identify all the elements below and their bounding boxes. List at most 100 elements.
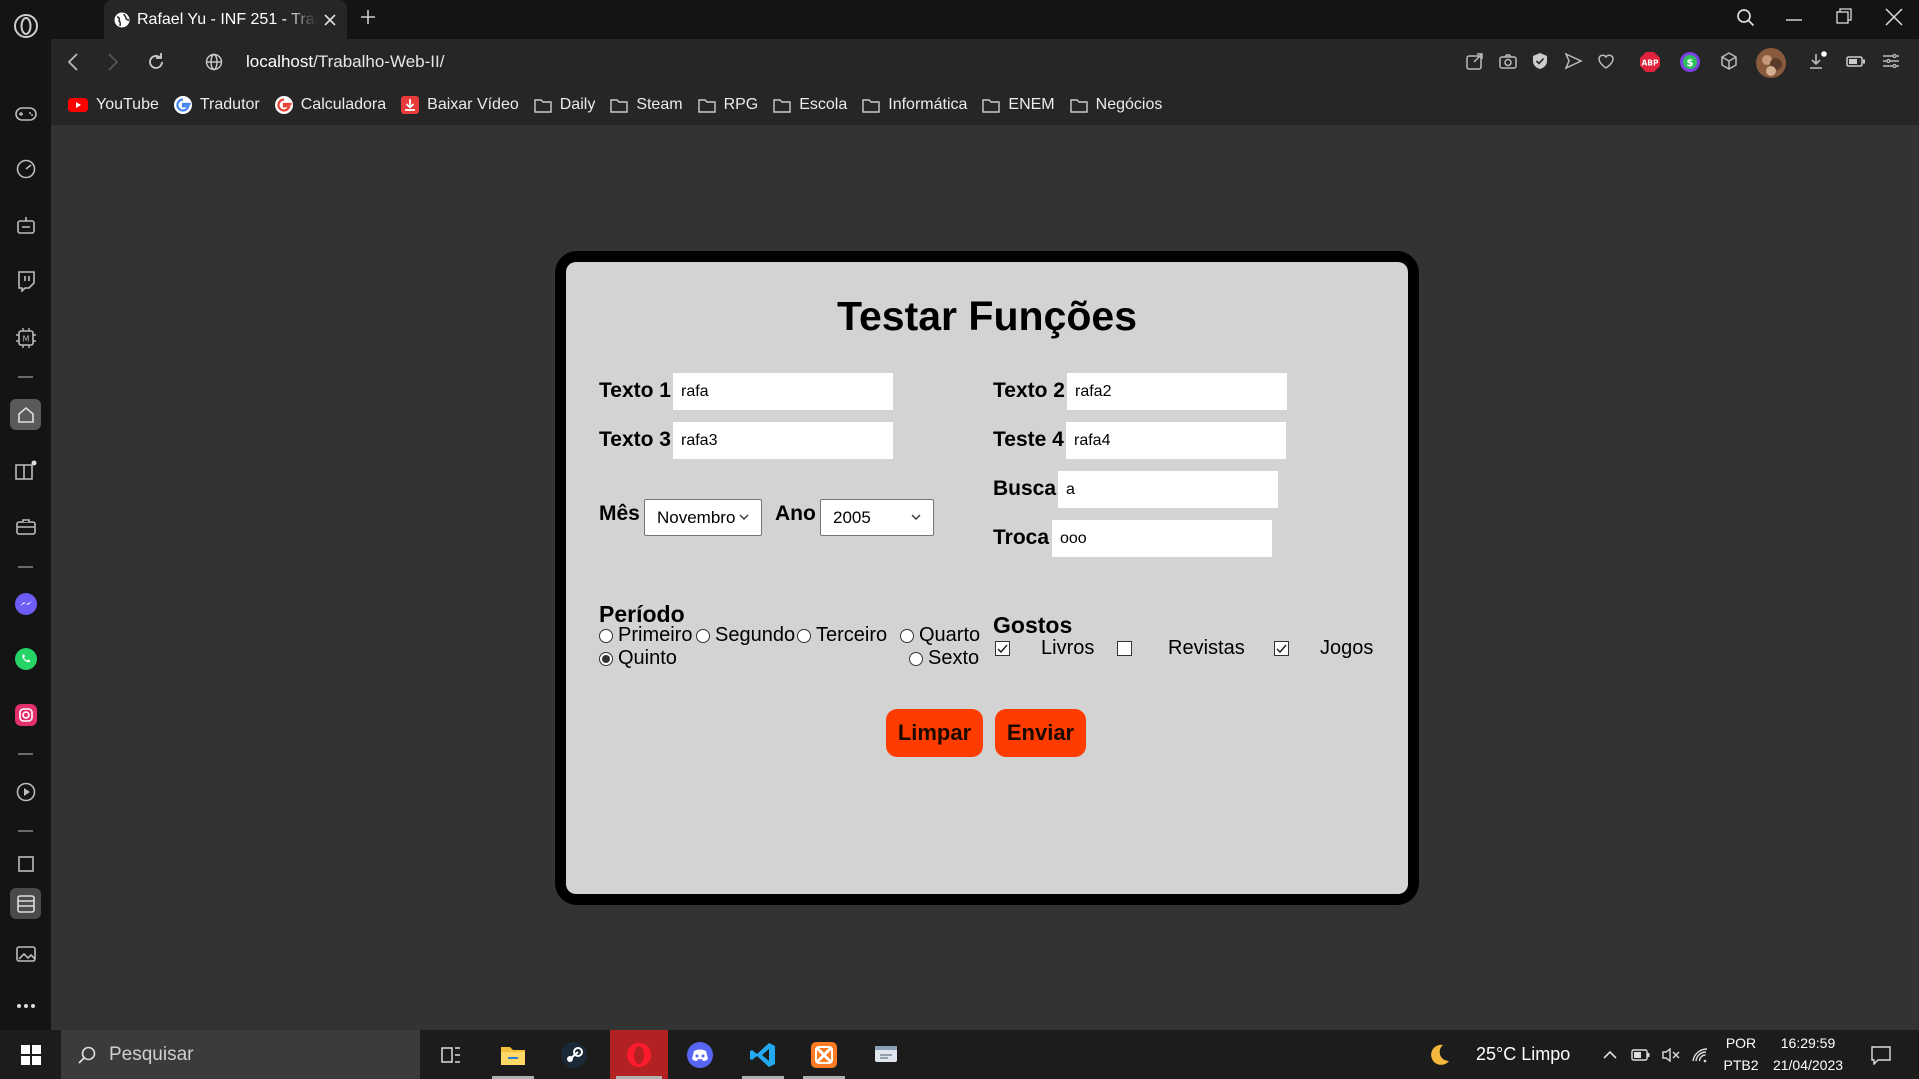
ano-select[interactable]: 2005 bbox=[820, 499, 934, 536]
bookmark-folder-informatica[interactable]: Informática bbox=[862, 96, 967, 114]
bookmark-tradutor[interactable]: Tradutor bbox=[173, 96, 260, 114]
forward-arrow-icon[interactable] bbox=[106, 52, 120, 72]
texto1-input[interactable]: rafa bbox=[673, 373, 893, 410]
reload-icon[interactable] bbox=[146, 52, 166, 72]
troca-input[interactable]: ooo bbox=[1052, 520, 1272, 557]
radio-quinto[interactable]: Quinto bbox=[599, 647, 677, 670]
close-window-icon[interactable] bbox=[1885, 8, 1903, 26]
file-explorer-icon[interactable] bbox=[486, 1030, 540, 1079]
opera-taskbar-icon[interactable] bbox=[610, 1030, 668, 1079]
extensions-cube-icon[interactable] bbox=[1719, 51, 1739, 71]
clock-time[interactable]: 16:29:59 bbox=[1768, 1035, 1848, 1051]
enviar-button[interactable]: Enviar bbox=[995, 709, 1086, 757]
bookmark-folder-rpg[interactable]: RPG bbox=[697, 96, 758, 114]
briefcase-icon[interactable] bbox=[10, 511, 41, 542]
snapshot-share-icon[interactable] bbox=[1465, 51, 1485, 71]
radio-button[interactable] bbox=[797, 628, 811, 643]
radio-button[interactable] bbox=[599, 628, 613, 643]
radio-primeiro[interactable]: Primeiro bbox=[599, 624, 692, 647]
windows-start-icon[interactable] bbox=[4, 1030, 58, 1079]
profile-avatar[interactable] bbox=[1755, 47, 1787, 79]
back-arrow-icon[interactable] bbox=[66, 52, 80, 72]
radio-button[interactable] bbox=[696, 628, 710, 643]
checkbox-revistas[interactable] bbox=[1117, 641, 1132, 656]
busca-input[interactable]: a bbox=[1058, 471, 1278, 508]
bookmark-folder-escola[interactable]: Escola bbox=[773, 96, 847, 114]
discord-icon[interactable] bbox=[673, 1030, 727, 1079]
camera-icon[interactable] bbox=[1498, 51, 1518, 71]
radio-button[interactable] bbox=[909, 651, 923, 666]
adblock-plus-icon[interactable]: ABP bbox=[1639, 51, 1661, 73]
heart-icon[interactable] bbox=[1596, 51, 1616, 71]
texto2-input[interactable]: rafa2 bbox=[1067, 373, 1287, 410]
history-icon[interactable] bbox=[10, 855, 41, 873]
bookmark-folder-negocios[interactable]: Negócios bbox=[1069, 96, 1162, 114]
home-workspace-icon[interactable] bbox=[10, 399, 41, 430]
show-hidden-icons-chevron-icon[interactable] bbox=[1598, 1030, 1622, 1079]
shield-icon[interactable] bbox=[1530, 51, 1550, 71]
site-info-globe-icon[interactable] bbox=[205, 53, 223, 71]
extension-dollar-icon[interactable]: $ bbox=[1679, 51, 1701, 73]
reading-list-icon[interactable] bbox=[10, 455, 41, 486]
vscode-icon[interactable] bbox=[736, 1030, 790, 1079]
send-icon[interactable] bbox=[1563, 51, 1583, 71]
instagram-icon[interactable] bbox=[10, 699, 41, 730]
speed-dial-gauge-icon[interactable] bbox=[10, 153, 41, 184]
wifi-icon[interactable] bbox=[1688, 1030, 1714, 1079]
bookmark-folder-steam[interactable]: Steam bbox=[610, 96, 683, 114]
weather-moon-icon[interactable] bbox=[1424, 1030, 1454, 1079]
new-tab-plus-icon[interactable] bbox=[359, 8, 377, 26]
bookmark-label: ENEM bbox=[1008, 96, 1055, 113]
language-indicator-bottom[interactable]: PTB2 bbox=[1718, 1057, 1764, 1073]
notifications-icon[interactable] bbox=[1866, 1030, 1896, 1079]
url-field[interactable]: localhost/Trabalho-Web-II/ bbox=[246, 52, 444, 72]
player-icon[interactable] bbox=[10, 776, 41, 807]
battery-saver-icon[interactable] bbox=[1845, 51, 1867, 71]
gamepad-icon[interactable] bbox=[10, 98, 41, 129]
app-window-icon[interactable] bbox=[859, 1030, 913, 1079]
battery-icon[interactable] bbox=[1628, 1030, 1654, 1079]
bot-icon[interactable] bbox=[10, 209, 41, 240]
teste4-input[interactable]: rafa4 bbox=[1066, 422, 1286, 459]
downloads-panel-icon[interactable] bbox=[10, 888, 41, 919]
bookmark-baixar-video[interactable]: Baixar Vídeo bbox=[401, 96, 519, 114]
mes-select[interactable]: Novembro bbox=[644, 499, 762, 536]
radio-button-selected[interactable] bbox=[599, 651, 613, 666]
xampp-icon[interactable] bbox=[797, 1030, 851, 1079]
volume-muted-icon[interactable] bbox=[1658, 1030, 1684, 1079]
bookmark-folder-daily[interactable]: Daily bbox=[534, 96, 595, 114]
tab-active[interactable]: Rafael Yu - INF 251 - Trabalho Web II bbox=[104, 0, 347, 39]
taskbar-search[interactable]: Pesquisar bbox=[61, 1030, 420, 1079]
checkbox-livros[interactable] bbox=[995, 641, 1010, 656]
easy-setup-menu-icon[interactable] bbox=[1881, 51, 1901, 71]
radio-segundo[interactable]: Segundo bbox=[696, 624, 795, 647]
radio-terceiro[interactable]: Terceiro bbox=[797, 624, 887, 647]
restore-window-icon[interactable] bbox=[1836, 8, 1852, 24]
minimize-icon[interactable] bbox=[1786, 18, 1802, 22]
checkbox-jogos[interactable] bbox=[1274, 641, 1289, 656]
more-options-icon[interactable] bbox=[10, 990, 41, 1021]
gallery-icon[interactable] bbox=[10, 938, 41, 969]
radio-button[interactable] bbox=[900, 628, 914, 643]
steam-icon[interactable] bbox=[547, 1030, 601, 1079]
radio-label: Segundo bbox=[715, 624, 796, 646]
language-indicator-top[interactable]: POR bbox=[1718, 1035, 1764, 1051]
bookmark-youtube[interactable]: YouTube bbox=[68, 96, 159, 114]
twitch-icon[interactable] bbox=[10, 265, 41, 296]
texto3-input[interactable]: rafa3 bbox=[673, 422, 893, 459]
tab-close-icon[interactable] bbox=[323, 13, 337, 27]
tab-search-icon[interactable] bbox=[1736, 8, 1756, 28]
task-view-icon[interactable] bbox=[424, 1030, 478, 1079]
whatsapp-icon[interactable] bbox=[10, 643, 41, 674]
clock-date[interactable]: 21/04/2023 bbox=[1766, 1057, 1850, 1073]
cpu-icon[interactable]: M bbox=[10, 322, 41, 353]
radio-quarto[interactable]: Quarto bbox=[900, 624, 980, 647]
download-icon[interactable] bbox=[1807, 51, 1829, 73]
weather-text[interactable]: 25°C Limpo bbox=[1476, 1044, 1570, 1065]
radio-sexto[interactable]: Sexto bbox=[909, 647, 979, 670]
messenger-icon[interactable] bbox=[10, 588, 41, 619]
opera-logo-icon[interactable] bbox=[10, 10, 41, 41]
bookmark-calculadora[interactable]: Calculadora bbox=[274, 96, 386, 114]
bookmark-folder-enem[interactable]: ENEM bbox=[982, 96, 1055, 114]
limpar-button[interactable]: Limpar bbox=[886, 709, 983, 757]
